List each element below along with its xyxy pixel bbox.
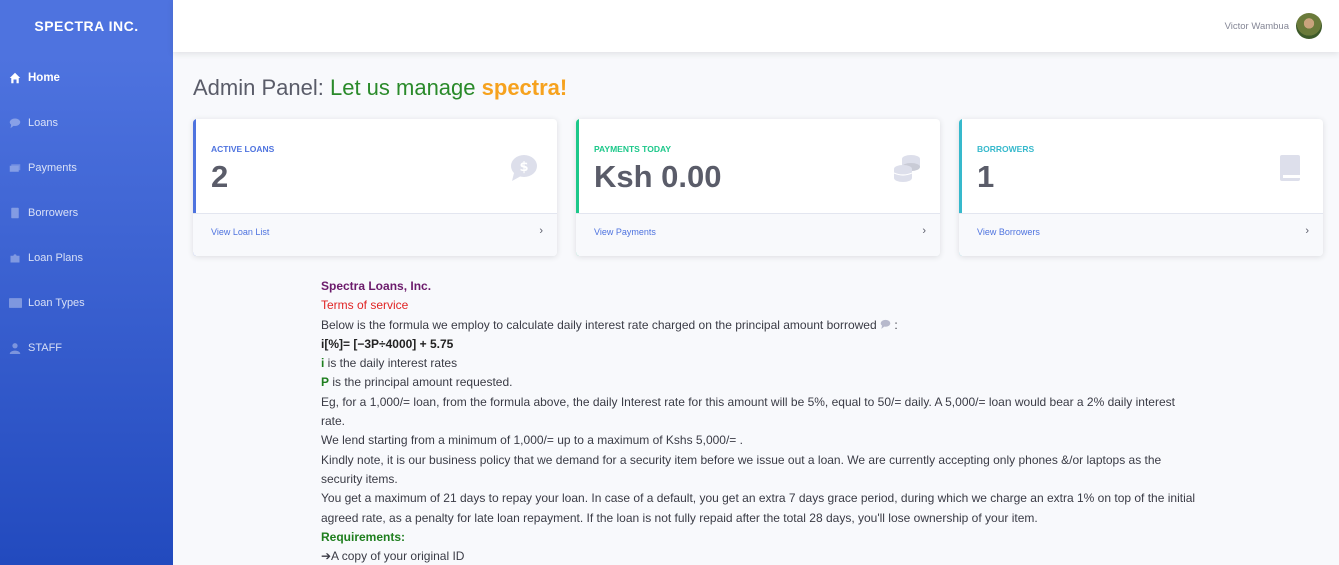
p-desc: is the principal amount requested. <box>329 375 513 390</box>
chevron-right-icon: › <box>922 225 926 237</box>
example-text: Eg, for a 1,000/= loan, from the formula… <box>321 394 1175 429</box>
avatar[interactable] <box>1296 13 1322 39</box>
formula: i[%]= [−3P÷4000] + 5.75 <box>321 336 454 351</box>
user-icon <box>8 341 22 355</box>
card-label: BORROWERS <box>977 144 1035 154</box>
book-icon <box>1275 153 1305 183</box>
page-title-orange: spectra! <box>481 75 568 100</box>
sidebar-item-label: Loan Plans <box>28 251 84 264</box>
card-label: PAYMENTS TODAY <box>594 144 671 154</box>
sidebar-item-label: Loan Types <box>28 296 85 309</box>
sidebar-item-label: Payments <box>28 161 77 174</box>
card-payments-today: PAYMENTS TODAY Ksh 0.00 View Payments › <box>576 119 940 256</box>
sidebar-item-loan-types[interactable]: Loan Types <box>0 280 173 325</box>
card-footer[interactable]: View Payments › <box>576 213 940 256</box>
p-definition: P is the principal amount requested. <box>321 373 1201 392</box>
card-footer[interactable]: View Loan List › <box>193 213 557 256</box>
card-footer[interactable]: View Borrowers › <box>959 213 1323 256</box>
intro-text: Below is the formula we employ to calcul… <box>321 316 1201 335</box>
home-icon <box>8 71 22 85</box>
chevron-right-icon: › <box>539 225 543 237</box>
sidebar-item-label: STAFF <box>28 341 63 354</box>
view-payments-link[interactable]: View Payments <box>594 227 656 237</box>
terms-section: Spectra Loans, Inc. Terms of service Bel… <box>321 277 1201 565</box>
money-icon <box>8 161 22 175</box>
chevron-right-icon: › <box>1305 225 1309 237</box>
i-definition: i is the daily interest rates <box>321 354 1201 373</box>
card-value: 1 <box>977 159 995 194</box>
page-title-green: Let us manage <box>329 75 482 100</box>
requirements-heading: Requirements: <box>321 529 406 544</box>
card-value: 2 <box>211 159 229 194</box>
page-title-prefix: Admin Panel: <box>193 75 330 100</box>
card-icon <box>8 296 22 310</box>
svg-text:$: $ <box>519 160 528 175</box>
sidebar-item-home[interactable]: Home <box>0 55 173 100</box>
coins-icon <box>892 153 922 183</box>
main-content: Admin Panel: Let us manage spectra! ACTI… <box>193 52 1339 563</box>
card-active-loans: ACTIVE LOANS 2 $ View Loan List › <box>193 119 557 256</box>
requirement-item: ➔A copy of your original ID <box>321 549 465 564</box>
range-text: We lend starting from a minimum of 1,000… <box>321 433 743 448</box>
comment-icon <box>880 318 891 332</box>
org-name: Spectra Loans, Inc. <box>321 279 432 293</box>
page-title: Admin Panel: Let us manage spectra! <box>193 75 1339 101</box>
security-text: Kindly note, it is our business policy t… <box>321 452 1162 486</box>
sidebar-item-borrowers[interactable]: Borrowers <box>0 190 173 235</box>
p-var: P <box>321 375 330 390</box>
sidebar-item-staff[interactable]: STAFF <box>0 325 173 370</box>
sidebar: SPECTRA INC. Home Loans Payments Borrowe… <box>0 0 173 565</box>
i-desc: is the daily interest rates <box>324 356 458 371</box>
user-name[interactable]: Victor Wambua <box>1225 21 1289 32</box>
sidebar-item-payments[interactable]: Payments <box>0 145 173 190</box>
intro-colon: : <box>894 317 898 332</box>
brand-logo[interactable]: SPECTRA INC. <box>0 0 173 52</box>
view-loan-list-link[interactable]: View Loan List <box>211 227 269 237</box>
dollar-comment-icon: $ <box>509 153 539 183</box>
sidebar-item-label: Borrowers <box>28 206 79 219</box>
card-borrowers: BORROWERS 1 View Borrowers › <box>959 119 1323 256</box>
view-borrowers-link[interactable]: View Borrowers <box>977 227 1040 237</box>
book-icon <box>8 206 22 220</box>
sidebar-item-loan-plans[interactable]: Loan Plans <box>0 235 173 280</box>
terms-heading: Terms of service <box>321 298 409 313</box>
sidebar-item-label: Loans <box>28 116 58 129</box>
puzzle-icon <box>8 251 22 265</box>
card-value: Ksh 0.00 <box>594 159 722 194</box>
stat-cards: ACTIVE LOANS 2 $ View Loan List › PAYMEN… <box>193 119 1323 256</box>
repayment-text: You get a maximum of 21 days to repay yo… <box>321 491 1196 525</box>
sidebar-item-label: Home <box>28 71 60 84</box>
card-label: ACTIVE LOANS <box>211 144 275 154</box>
intro-line: Below is the formula we employ to calcul… <box>321 317 877 332</box>
sidebar-item-loans[interactable]: Loans <box>0 100 173 145</box>
topbar: Victor Wambua <box>173 0 1339 52</box>
comment-icon <box>8 116 22 130</box>
